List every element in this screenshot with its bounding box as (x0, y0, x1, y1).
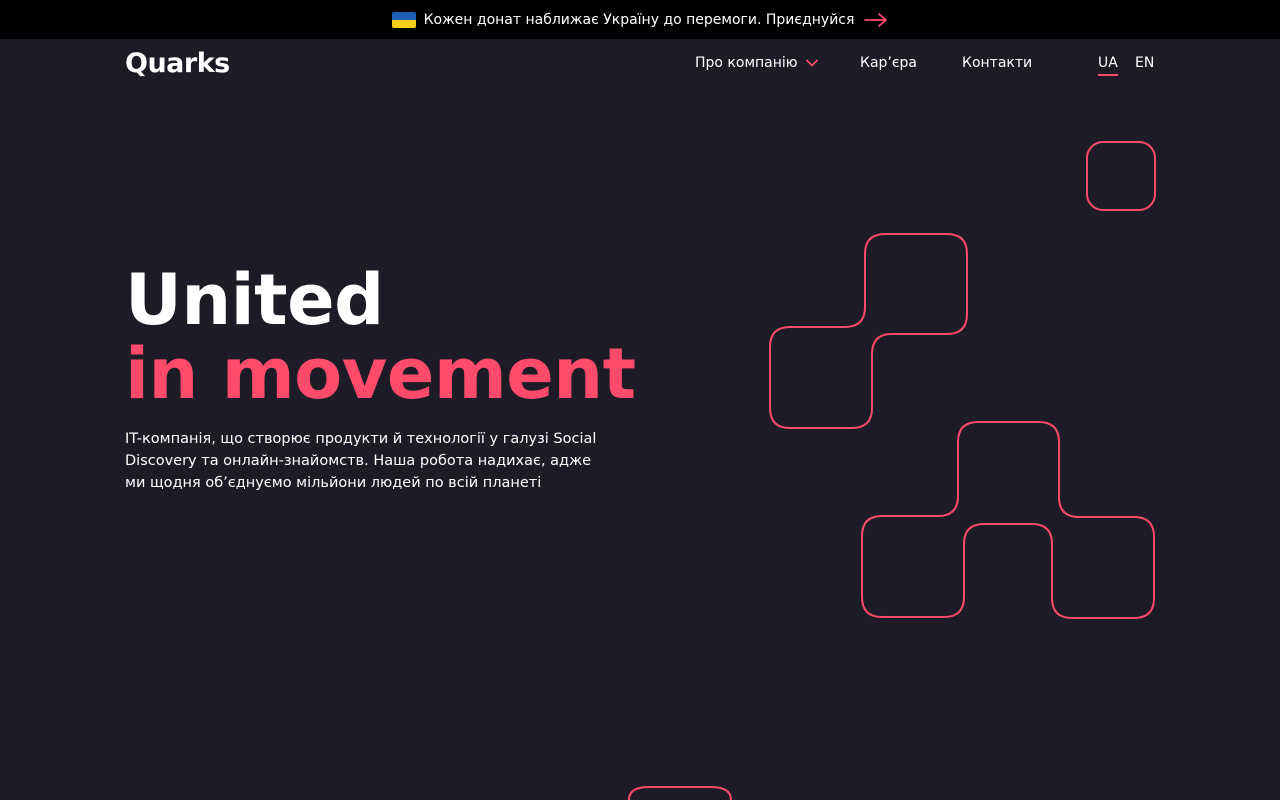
nav-about-label: Про компанію (695, 55, 798, 71)
language-ua[interactable]: UA (1098, 55, 1118, 76)
nav-item-about[interactable]: Про компанію (695, 55, 818, 71)
hero-description: IT-компанія, що створює продукти й техно… (125, 431, 597, 491)
ukraine-flag-icon (391, 11, 416, 28)
nav-contacts-label: Контакти (962, 55, 1033, 71)
nav-item-contacts[interactable]: Контакти (962, 55, 1032, 71)
donation-banner[interactable]: Кожен донат наближає Україну до перемоги… (0, 0, 1280, 39)
shape-square-top (1086, 141, 1156, 211)
quarks-logo[interactable]: Quarks (125, 48, 230, 79)
hero-title: United in movement (125, 263, 636, 411)
site-header: Quarks Про компанію Кар’єра Контакти UA … (0, 39, 1280, 89)
shape-step-upper (769, 233, 968, 429)
hero-title-line2: in movement (125, 333, 636, 415)
shape-bottom-partial (628, 786, 732, 800)
language-en[interactable]: EN (1135, 55, 1154, 71)
chevron-down-icon (805, 59, 818, 67)
shape-step-lower (861, 421, 1155, 619)
hero-title-line1: United (125, 259, 384, 341)
nav-career-label: Кар’єра (860, 55, 918, 71)
banner-text: Кожен донат наближає Україну до перемоги… (423, 11, 855, 28)
arrow-right-icon (864, 12, 888, 27)
logo-text: Quarks (125, 48, 230, 79)
nav-item-career[interactable]: Кар’єра (860, 55, 917, 71)
